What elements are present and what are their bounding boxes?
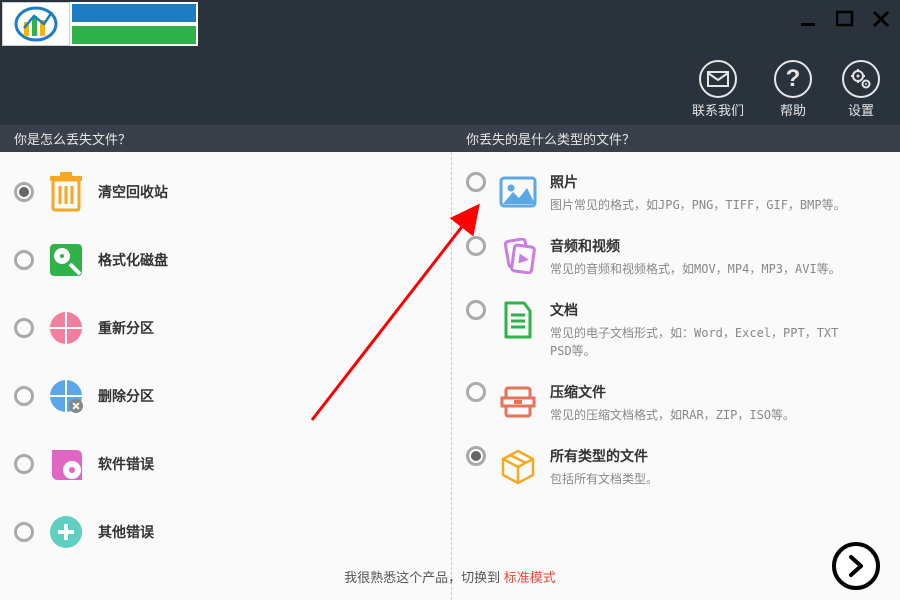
option-label: 删除分区 — [98, 386, 154, 406]
option-other-error[interactable]: 其他错误 — [14, 512, 437, 552]
option-repartition[interactable]: 重新分区 — [14, 308, 437, 348]
option-label: 重新分区 — [98, 318, 154, 338]
disk-icon — [46, 240, 86, 280]
box-icon — [498, 446, 538, 486]
option-empty-recycle-bin[interactable]: 清空回收站 — [14, 172, 437, 212]
radio-icon — [466, 236, 486, 256]
question-how-lost: 你是怎么丢失文件？ — [0, 129, 452, 148]
option-title: 照片 — [550, 172, 846, 192]
option-format-disk[interactable]: 格式化磁盘 — [14, 240, 437, 280]
option-title: 压缩文件 — [550, 382, 795, 402]
radio-icon — [466, 172, 486, 192]
option-label: 格式化磁盘 — [98, 250, 168, 270]
option-photo[interactable]: 照片 图片常见的格式，如JPG，PNG，TIFF，GIF，BMP等。 — [466, 172, 886, 214]
mail-icon — [699, 60, 737, 98]
app-logo — [2, 2, 198, 46]
option-label: 其他错误 — [98, 522, 154, 542]
next-button[interactable] — [832, 542, 880, 590]
option-label: 清空回收站 — [98, 182, 168, 202]
option-desc: 图片常见的格式，如JPG，PNG，TIFF，GIF，BMP等。 — [550, 196, 846, 214]
archive-icon — [498, 382, 538, 422]
option-desc: 常见的压缩文档格式，如RAR，ZIP，ISO等。 — [550, 406, 795, 424]
close-button[interactable] — [872, 10, 890, 28]
file-type-column: 照片 图片常见的格式，如JPG，PNG，TIFF，GIF，BMP等。 音频和视频… — [452, 152, 900, 600]
image-icon — [498, 172, 538, 212]
option-software-error[interactable]: 软件错误 — [14, 444, 437, 484]
standard-mode-link[interactable]: 标准模式 — [504, 570, 556, 585]
radio-icon — [14, 386, 34, 406]
settings-button[interactable]: 设置 — [842, 60, 880, 119]
settings-label: 设置 — [848, 100, 874, 119]
option-archive[interactable]: 压缩文件 常见的压缩文档格式，如RAR，ZIP，ISO等。 — [466, 382, 886, 424]
how-lost-column: 清空回收站 格式化磁盘 重新分区 删除分 — [0, 152, 452, 600]
pie-pink-icon — [46, 308, 86, 348]
gear-icon — [842, 60, 880, 98]
radio-icon — [14, 318, 34, 338]
doc-icon — [498, 300, 538, 340]
help-button[interactable]: ? 帮助 — [774, 60, 812, 119]
option-document[interactable]: 文档 常见的电子文档形式，如：Word，Excel，PPT，TXT PSD等。 — [466, 300, 886, 360]
contact-label: 联系我们 — [692, 100, 744, 119]
option-desc: 包括所有文档类型。 — [550, 470, 658, 488]
radio-icon — [14, 454, 34, 474]
footer-text: 我很熟悉这个产品，切换到 标准模式 — [0, 567, 900, 586]
option-title: 音频和视频 — [550, 236, 841, 256]
trash-icon — [46, 172, 86, 212]
option-title: 文档 — [550, 300, 860, 320]
radio-icon — [466, 300, 486, 320]
option-label: 软件错误 — [98, 454, 154, 474]
pie-blue-icon — [46, 376, 86, 416]
radio-icon — [466, 446, 486, 466]
maximize-button[interactable] — [836, 10, 854, 28]
option-desc: 常见的电子文档形式，如：Word，Excel，PPT，TXT PSD等。 — [550, 324, 860, 360]
option-delete-partition[interactable]: 删除分区 — [14, 376, 437, 416]
media-icon — [498, 236, 538, 276]
contact-us-button[interactable]: 联系我们 — [692, 60, 744, 119]
radio-icon — [466, 382, 486, 402]
minimize-button[interactable] — [800, 10, 818, 28]
question-file-type: 你丢失的是什么类型的文件？ — [452, 129, 900, 148]
option-all-types[interactable]: 所有类型的文件 包括所有文档类型。 — [466, 446, 886, 488]
footer-prefix: 我很熟悉这个产品，切换到 — [344, 570, 504, 585]
option-title: 所有类型的文件 — [550, 446, 658, 466]
plus-icon — [46, 512, 86, 552]
cd-icon — [46, 444, 86, 484]
radio-icon — [14, 522, 34, 542]
option-desc: 常见的音频和视频格式，如MOV，MP4，MP3，AVI等。 — [550, 260, 841, 278]
option-audio-video[interactable]: 音频和视频 常见的音频和视频格式，如MOV，MP4，MP3，AVI等。 — [466, 236, 886, 278]
help-label: 帮助 — [780, 100, 806, 119]
radio-icon — [14, 250, 34, 270]
chevron-right-icon — [843, 553, 869, 579]
radio-icon — [14, 182, 34, 202]
help-icon: ? — [774, 60, 812, 98]
